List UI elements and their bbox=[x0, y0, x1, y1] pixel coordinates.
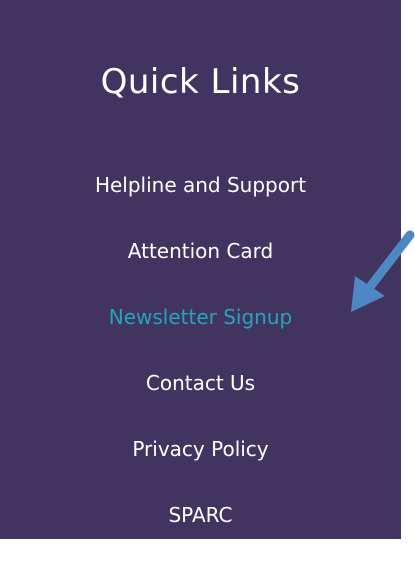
link-sparc[interactable]: SPARC bbox=[168, 503, 232, 527]
quick-links-title: Quick Links bbox=[100, 62, 301, 102]
list-item: Privacy Policy bbox=[0, 432, 401, 498]
list-item: Contact Us bbox=[0, 366, 401, 432]
list-item: Newsletter Signup bbox=[0, 300, 401, 366]
quick-links-panel: Quick Links Helpline and Support Attenti… bbox=[0, 0, 401, 539]
link-helpline-and-support[interactable]: Helpline and Support bbox=[95, 173, 306, 197]
link-privacy-policy[interactable]: Privacy Policy bbox=[132, 437, 268, 461]
link-attention-card[interactable]: Attention Card bbox=[128, 239, 273, 263]
list-item: SPARC bbox=[0, 498, 401, 564]
quick-links-list: Helpline and Support Attention Card News… bbox=[0, 168, 401, 564]
link-newsletter-signup[interactable]: Newsletter Signup bbox=[109, 305, 292, 329]
link-contact-us[interactable]: Contact Us bbox=[146, 371, 255, 395]
list-item: Attention Card bbox=[0, 234, 401, 300]
list-item: Helpline and Support bbox=[0, 168, 401, 234]
arrow-pointer-icon bbox=[351, 230, 415, 312]
